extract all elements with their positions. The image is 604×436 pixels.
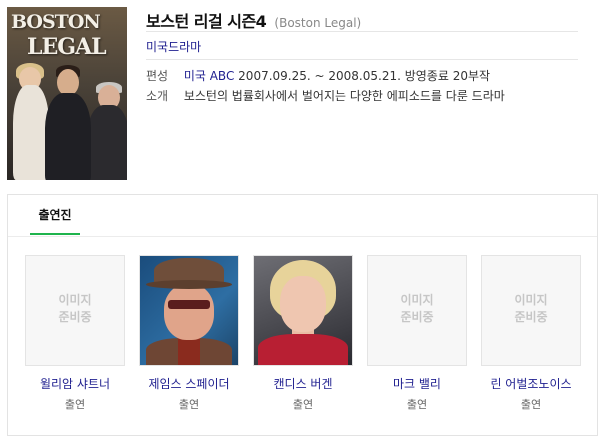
image-placeholder: 이미지 준비중 — [26, 292, 124, 326]
intro-row: 소개 보스턴의 법률회사에서 벌어지는 다양한 에피소드를 다룬 드라마 — [146, 87, 505, 104]
cast-photo-placeholder[interactable]: 이미지 준비중 — [25, 255, 125, 366]
divider — [146, 59, 578, 60]
placeholder-text: 준비중 — [514, 310, 548, 324]
photo-figure — [280, 276, 326, 332]
poster-title-line2: LEGAL — [27, 34, 107, 60]
photo-figure — [146, 280, 232, 289]
cast-role: 출연 — [64, 398, 86, 411]
poster-figure — [57, 69, 79, 96]
cast-member[interactable]: 이미지 준비중 린 어벌조노이스 출연 — [476, 255, 586, 412]
placeholder-text: 이미지 — [400, 293, 434, 307]
cast-role: 출연 — [178, 398, 200, 411]
poster-figure — [13, 85, 49, 180]
cast-role: 출연 — [292, 398, 314, 411]
photo-figure — [164, 284, 214, 340]
broadcast-row: 편성 미국 ABC 2007.09.25. ~ 2008.05.21. 방영종료… — [146, 67, 490, 84]
cast-tabbar: 출연진 — [8, 195, 597, 237]
image-placeholder: 이미지 준비중 — [368, 292, 466, 326]
cast-name[interactable]: 마크 밸리 — [362, 375, 472, 392]
placeholder-text: 이미지 — [58, 293, 92, 307]
cast-member[interactable]: 캔디스 버겐 출연 — [248, 255, 358, 412]
intro-text: 보스턴의 법률회사에서 벌어지는 다양한 에피소드를 다룬 드라마 — [183, 89, 505, 103]
cast-member[interactable]: 이미지 준비중 마크 밸리 출연 — [362, 255, 472, 412]
poster-figure — [87, 105, 127, 180]
cast-photo[interactable] — [253, 255, 353, 366]
cast-member[interactable]: 제임스 스페이더 출연 — [134, 255, 244, 412]
active-tab-indicator — [30, 233, 80, 235]
photo-figure — [258, 334, 348, 365]
divider — [146, 31, 578, 32]
cast-section: 출연진 이미지 준비중 윌리암 샤트너 출연 제임스 스페이더 출연 캔디스 버… — [7, 194, 598, 436]
cast-role: 출연 — [520, 398, 542, 411]
show-poster[interactable]: BOSTON LEGAL — [7, 7, 127, 180]
placeholder-text: 이미지 — [514, 293, 548, 307]
cast-photo-placeholder[interactable]: 이미지 준비중 — [481, 255, 581, 366]
network-link[interactable]: 미국 ABC — [184, 69, 235, 83]
cast-role: 출연 — [406, 398, 428, 411]
broadcast-detail: 2007.09.25. ~ 2008.05.21. 방영종료 20부작 — [238, 69, 491, 83]
title-row: 보스턴 리걸 시즌4 (Boston Legal) — [146, 8, 361, 32]
photo-figure — [178, 336, 200, 365]
genre-link[interactable]: 미국드라마 — [146, 38, 201, 55]
photo-figure — [168, 300, 210, 309]
cast-name[interactable]: 제임스 스페이더 — [134, 375, 244, 392]
original-title: (Boston Legal) — [274, 16, 362, 30]
cast-photo-placeholder[interactable]: 이미지 준비중 — [367, 255, 467, 366]
image-placeholder: 이미지 준비중 — [482, 292, 580, 326]
cast-name[interactable]: 캔디스 버겐 — [248, 375, 358, 392]
cast-name[interactable]: 린 어벌조노이스 — [476, 375, 586, 392]
poster-title-line1: BOSTON — [11, 11, 101, 33]
placeholder-text: 준비중 — [400, 310, 434, 324]
cast-member[interactable]: 이미지 준비중 윌리암 샤트너 출연 — [20, 255, 130, 412]
intro-label: 소개 — [146, 89, 169, 103]
cast-photo[interactable] — [139, 255, 239, 366]
cast-name[interactable]: 윌리암 샤트너 — [20, 375, 130, 392]
broadcast-label: 편성 — [146, 69, 169, 83]
poster-figure — [45, 93, 91, 180]
show-title[interactable]: 보스턴 리걸 시즌4 — [146, 12, 267, 31]
placeholder-text: 준비중 — [58, 310, 92, 324]
tab-cast[interactable]: 출연진 — [30, 195, 80, 235]
